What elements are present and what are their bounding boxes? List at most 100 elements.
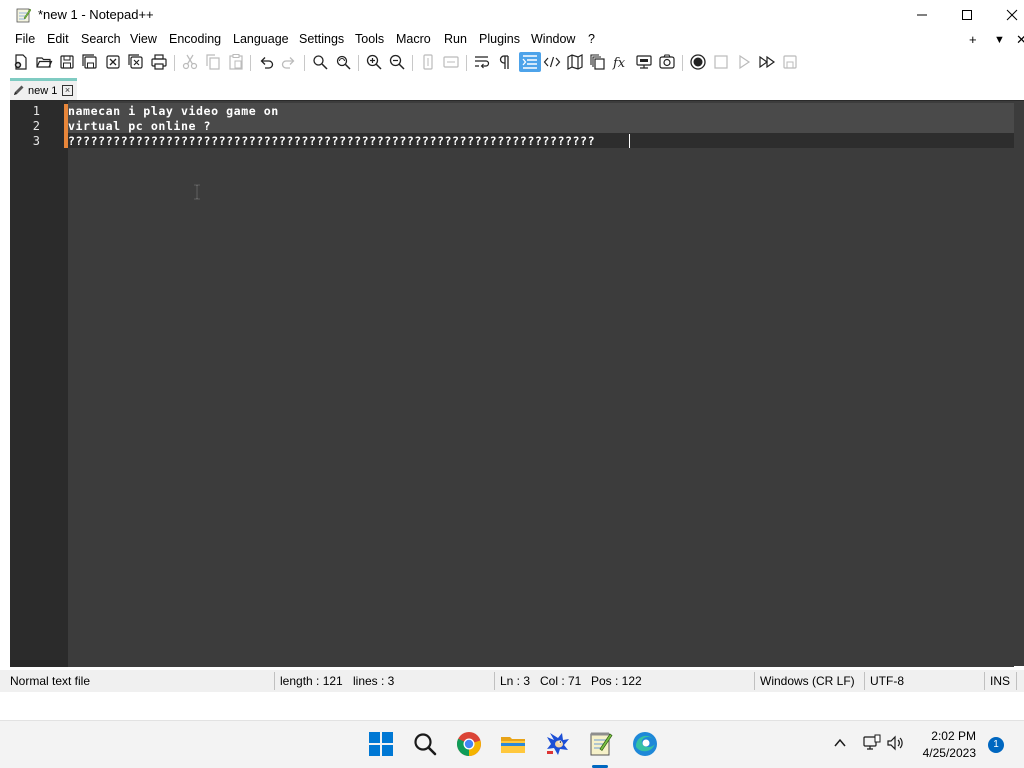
tab-label: new 1: [28, 85, 58, 97]
notepadpp-app-icon: [16, 8, 31, 23]
edge-icon[interactable]: [632, 731, 658, 757]
mouse-ibeam-cursor-icon: [194, 184, 200, 200]
zoom-in-icon[interactable]: [365, 53, 383, 71]
sonic-game-icon[interactable]: [544, 731, 570, 757]
code-line-2: virtual pc online ?: [68, 119, 212, 133]
status-bar: Normal text file length : 121 lines : 3 …: [0, 670, 1024, 692]
new-file-icon[interactable]: [12, 53, 30, 71]
menu-bar: File Edit Search View Encoding Language …: [0, 30, 1024, 50]
status-length: length : 121: [280, 674, 343, 688]
menu-file[interactable]: File: [15, 32, 35, 46]
minimize-button[interactable]: [899, 0, 945, 30]
windows-start-icon[interactable]: [368, 731, 394, 757]
clock-date[interactable]: 4/25/2023: [910, 746, 976, 760]
document-list-icon[interactable]: [589, 53, 607, 71]
menu-encoding[interactable]: Encoding: [169, 32, 221, 46]
save-all-icon[interactable]: [81, 53, 99, 71]
cut-icon[interactable]: [181, 53, 199, 71]
menu-view[interactable]: View: [130, 32, 157, 46]
menu-run[interactable]: Run: [444, 32, 467, 46]
paste-icon[interactable]: [227, 53, 245, 71]
tab-close-icon[interactable]: ×: [62, 85, 73, 96]
chrome-icon[interactable]: [456, 731, 482, 757]
open-file-icon[interactable]: [35, 53, 53, 71]
status-line[interactable]: Ln : 3: [500, 674, 530, 688]
new-tab-button[interactable]: +: [969, 32, 977, 47]
code-area[interactable]: namecan i play video game on virtual pc …: [68, 101, 1014, 667]
toolbar-separator: [412, 55, 413, 71]
status-position[interactable]: Pos : 122: [591, 674, 642, 688]
network-icon[interactable]: [862, 734, 882, 752]
line-number: 2: [32, 119, 40, 133]
menu-macro[interactable]: Macro: [396, 32, 431, 46]
status-encoding[interactable]: UTF-8: [870, 674, 904, 688]
function-list-icon[interactable]: fx: [612, 53, 630, 71]
search-icon[interactable]: [412, 731, 438, 757]
toolbar-separator: [682, 55, 683, 71]
sync-horizontal-icon[interactable]: [442, 53, 460, 71]
close-file-icon[interactable]: [104, 53, 122, 71]
menu-search[interactable]: Search: [81, 32, 121, 46]
maximize-icon: [962, 10, 972, 20]
redo-icon[interactable]: [280, 53, 298, 71]
notification-badge[interactable]: 1: [988, 737, 1004, 753]
status-column[interactable]: Col : 71: [540, 674, 581, 688]
line-number-gutter: 1 2 3: [10, 101, 68, 667]
close-tab-menu-button[interactable]: ✕: [1016, 32, 1024, 48]
file-explorer-icon[interactable]: [500, 731, 526, 757]
title-bar[interactable]: *new 1 - Notepad++: [0, 0, 1024, 30]
copy-icon[interactable]: [204, 53, 222, 71]
close-all-icon[interactable]: [127, 53, 145, 71]
svg-text:fx: fx: [612, 56, 626, 71]
folder-as-workspace-icon[interactable]: [635, 53, 653, 71]
volume-icon[interactable]: [886, 734, 906, 752]
chevron-up-icon[interactable]: [832, 735, 848, 751]
menu-plugins[interactable]: Plugins: [479, 32, 520, 46]
indent-guide-icon[interactable]: [519, 52, 541, 72]
tab-bar: new 1 ×: [0, 78, 1024, 100]
window-title: *new 1 - Notepad++: [38, 7, 154, 22]
notepad-plus-plus-icon[interactable]: [588, 731, 614, 757]
replace-icon[interactable]: [334, 53, 352, 71]
status-eol[interactable]: Windows (CR LF): [760, 674, 855, 688]
menu-language[interactable]: Language: [233, 32, 289, 46]
code-line-1: namecan i play video game on: [68, 104, 279, 118]
menu-edit[interactable]: Edit: [47, 32, 69, 46]
monitoring-icon[interactable]: [658, 53, 676, 71]
menu-help[interactable]: ?: [588, 32, 595, 46]
menu-window[interactable]: Window: [531, 32, 575, 46]
run-macro-multiple-icon[interactable]: [758, 53, 776, 71]
show-all-chars-icon[interactable]: [496, 53, 514, 71]
save-icon[interactable]: [58, 53, 76, 71]
menu-settings[interactable]: Settings: [299, 32, 344, 46]
document-map-icon[interactable]: [566, 53, 584, 71]
toolbar-separator: [466, 55, 467, 71]
windows-taskbar: 2:02 PM 4/25/2023 1: [0, 720, 1024, 768]
xml-tag-icon[interactable]: [543, 53, 561, 71]
toolbar: fx: [0, 50, 1024, 76]
zoom-out-icon[interactable]: [388, 53, 406, 71]
tab-list-dropdown-button[interactable]: ▼: [994, 34, 1005, 46]
play-macro-icon[interactable]: [735, 53, 753, 71]
clock-time[interactable]: 2:02 PM: [920, 729, 976, 743]
save-macro-icon[interactable]: [781, 53, 799, 71]
undo-icon[interactable]: [257, 53, 275, 71]
notepadpp-window: *new 1 - Notepad++ File Edit Search View…: [0, 0, 1024, 712]
print-icon[interactable]: [150, 53, 168, 71]
stop-record-icon[interactable]: [712, 53, 730, 71]
text-editor[interactable]: 1 2 3 namecan i play video game on virtu…: [10, 100, 1024, 667]
maximize-button[interactable]: [944, 0, 990, 30]
sync-vertical-icon[interactable]: [419, 53, 437, 71]
record-macro-icon[interactable]: [689, 53, 707, 71]
close-window-button[interactable]: [989, 0, 1024, 30]
status-lines: lines : 3: [353, 674, 395, 688]
find-icon[interactable]: [311, 53, 329, 71]
status-insert-mode[interactable]: INS: [990, 674, 1010, 688]
modified-pencil-icon: [14, 85, 24, 95]
code-line-3: ????????????????????????????????????????…: [68, 134, 596, 148]
word-wrap-icon[interactable]: [473, 53, 491, 71]
text-caret: [629, 134, 630, 148]
tab-new-1[interactable]: new 1 ×: [10, 78, 77, 100]
menu-tools[interactable]: Tools: [355, 32, 384, 46]
minimize-icon: [917, 14, 927, 16]
